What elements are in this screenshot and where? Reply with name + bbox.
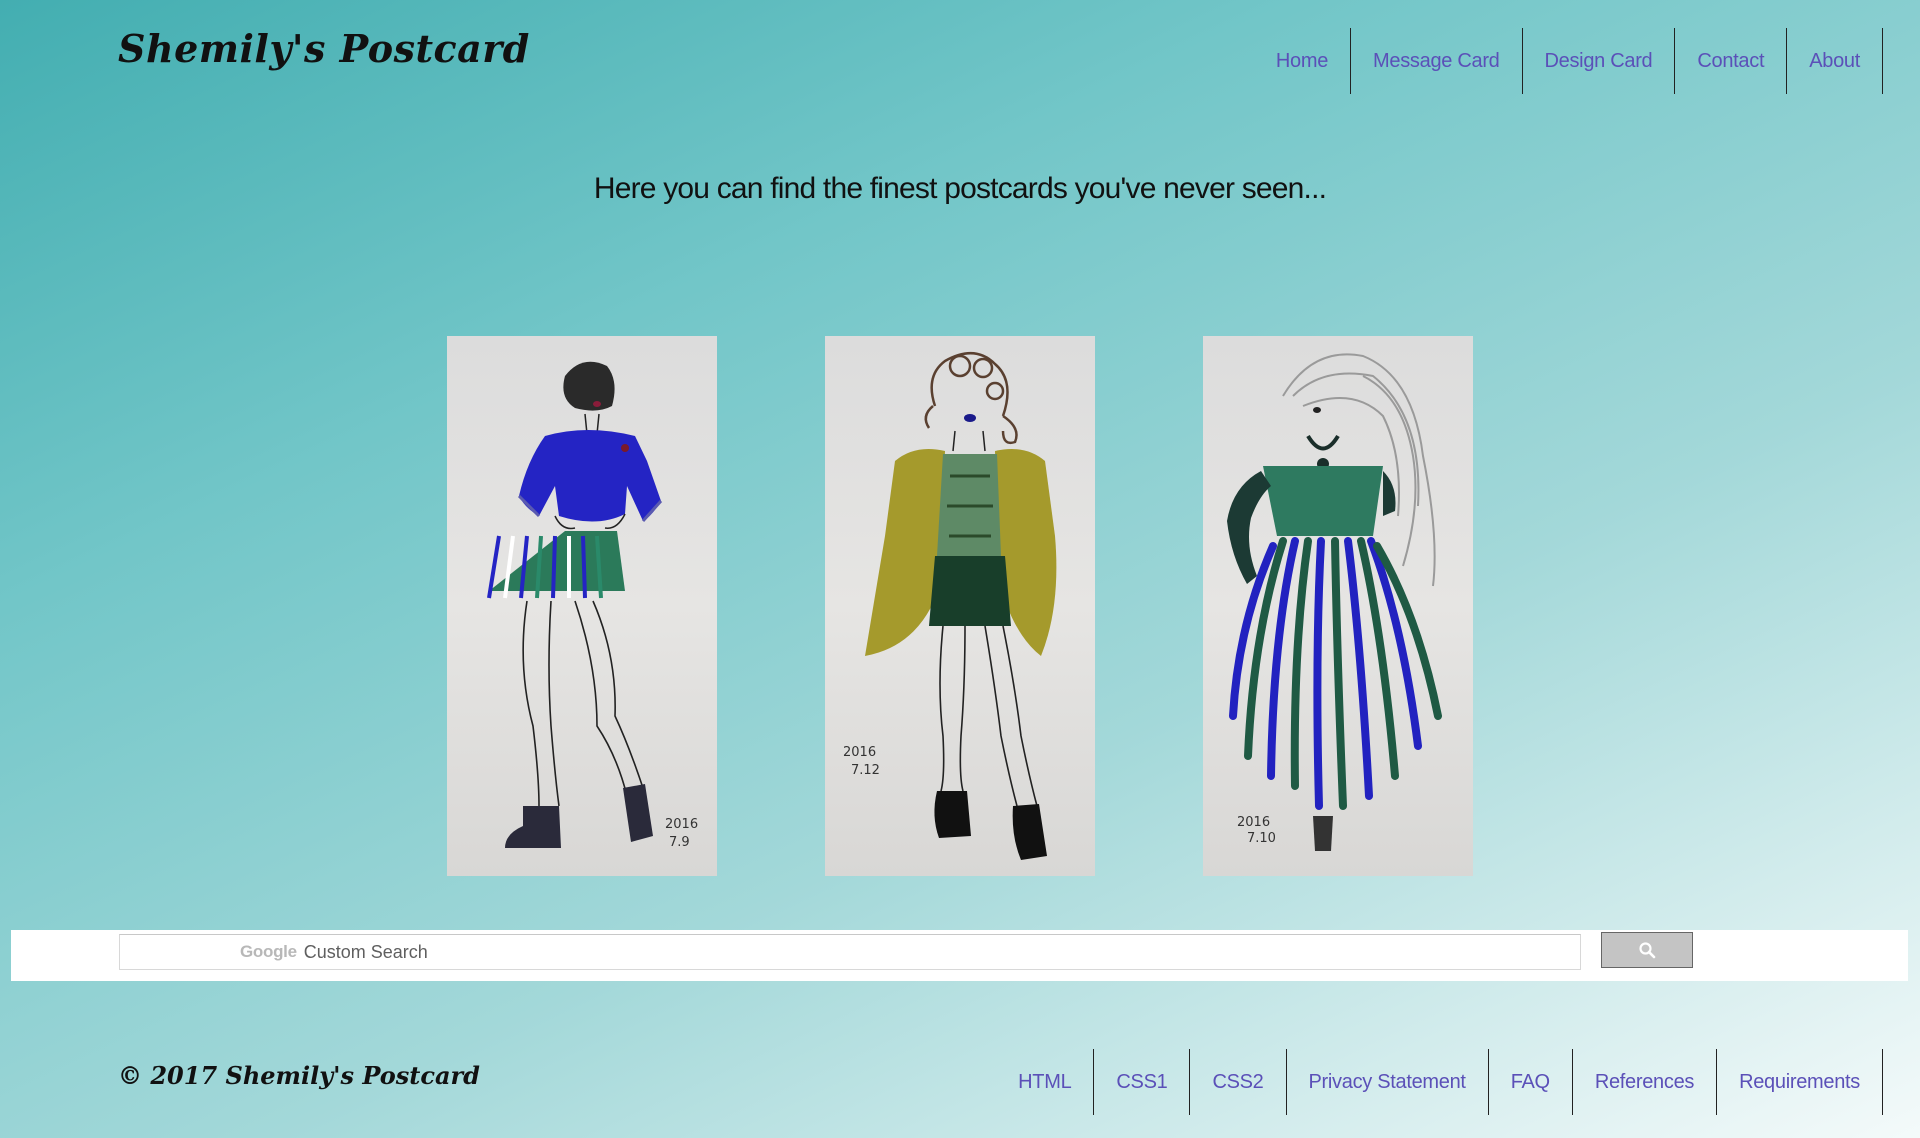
svg-text:2016: 2016 <box>843 745 876 760</box>
page: Shemily's Postcard Home Message Card Des… <box>0 0 1920 1138</box>
footer-link-faq[interactable]: FAQ <box>1489 1049 1573 1115</box>
svg-text:7.10: 7.10 <box>1247 831 1276 846</box>
footer-link-references[interactable]: References <box>1573 1049 1718 1115</box>
nav-contact-link[interactable]: Contact <box>1675 28 1788 94</box>
search-input[interactable]: Google Custom Search <box>119 934 1581 970</box>
postcard-image-gown[interactable]: 2016 7.10 <box>1203 336 1473 876</box>
search-placeholder: Custom Search <box>303 941 428 962</box>
svg-text:2016: 2016 <box>1237 815 1270 830</box>
site-search-bar: Google Custom Search <box>11 930 1908 981</box>
footer-nav: HTML CSS1 CSS2 Privacy Statement FAQ Ref… <box>996 1049 1883 1115</box>
svg-text:7.9: 7.9 <box>669 835 690 850</box>
postcard-gallery: 2016 7.9 2016 7.12 2016 7.10 <box>447 336 1473 876</box>
svg-text:7.12: 7.12 <box>851 763 880 778</box>
footer-link-css1[interactable]: CSS1 <box>1094 1049 1191 1115</box>
google-logo: Google <box>240 942 297 961</box>
footer-link-html[interactable]: HTML <box>996 1049 1095 1115</box>
nav-about-link[interactable]: About <box>1787 28 1883 94</box>
page-tagline: Here you can find the finest postcards y… <box>593 172 1327 205</box>
nav-design-card-link[interactable]: Design Card <box>1523 28 1676 94</box>
footer-link-privacy-statement[interactable]: Privacy Statement <box>1287 1049 1489 1115</box>
postcard-image-blue-top[interactable]: 2016 7.9 <box>447 336 717 876</box>
search-button[interactable] <box>1601 932 1693 968</box>
footer-link-css2[interactable]: CSS2 <box>1190 1049 1287 1115</box>
footer-link-requirements[interactable]: Requirements <box>1717 1049 1883 1115</box>
postcard-image-olive-vest[interactable]: 2016 7.12 <box>825 336 1095 876</box>
nav-home-link[interactable]: Home <box>1254 28 1352 94</box>
footer-copyright: © 2017 Shemily's Postcard <box>118 1061 480 1090</box>
svg-text:2016: 2016 <box>665 817 698 832</box>
site-logo[interactable]: Shemily's Postcard <box>118 26 530 71</box>
search-icon <box>1639 942 1656 959</box>
main-nav: Home Message Card Design Card Contact Ab… <box>1254 28 1883 94</box>
nav-message-card-link[interactable]: Message Card <box>1351 28 1523 94</box>
